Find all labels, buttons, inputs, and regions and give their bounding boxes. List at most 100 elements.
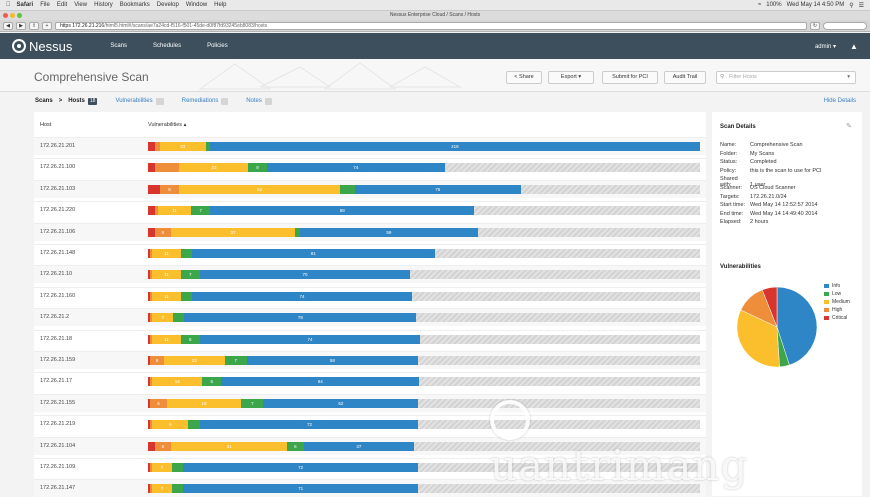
vulnerability-bar[interactable]: 14 6 64 bbox=[148, 377, 700, 387]
bar-segment-low[interactable]: 7 bbox=[191, 206, 211, 216]
legend-item[interactable]: Critical bbox=[824, 314, 850, 322]
close-window-icon[interactable] bbox=[3, 13, 8, 18]
wifi-icon[interactable]: ≈ bbox=[758, 2, 761, 8]
menu-safari[interactable]: Safari bbox=[17, 2, 34, 8]
clock[interactable]: Wed May 14 4:50 PM bbox=[787, 2, 845, 8]
bar-segment-high[interactable]: 6 bbox=[150, 356, 164, 365]
host-ip[interactable]: 172.26.21.147 bbox=[40, 485, 75, 491]
bar-segment-low[interactable] bbox=[180, 249, 192, 258]
bar-segment-medium[interactable]: 7 bbox=[152, 313, 174, 323]
menu-develop[interactable]: Develop bbox=[157, 2, 179, 8]
table-row[interactable]: 172.26.21.103 8 53 75 bbox=[34, 179, 706, 198]
host-ip[interactable]: 172.26.21.104 bbox=[40, 443, 75, 449]
bar-segment-low[interactable] bbox=[188, 420, 201, 430]
host-ip[interactable]: 172.26.21.201 bbox=[40, 143, 75, 149]
nessus-logo[interactable]: Nessus bbox=[12, 39, 72, 54]
edit-icon[interactable]: ✎ bbox=[846, 122, 852, 130]
bar-segment-info[interactable]: 59 bbox=[300, 227, 478, 237]
bar-segment-medium[interactable]: 9 bbox=[152, 420, 189, 430]
vulnerability-bar[interactable]: 7 78 bbox=[148, 313, 700, 323]
bar-segment-medium[interactable]: 37 bbox=[171, 227, 295, 237]
bar-segment-info[interactable]: 37 bbox=[303, 441, 415, 451]
bar-segment-critical[interactable] bbox=[148, 163, 155, 173]
vulnerability-bar[interactable]: 11 7 88 bbox=[148, 206, 700, 216]
table-row[interactable]: 172.26.21.2 7 78 bbox=[34, 308, 706, 327]
bar-segment-info[interactable]: 52 bbox=[263, 398, 419, 408]
bar-segment-info[interactable]: 74 bbox=[266, 163, 445, 173]
host-ip[interactable]: 172.26.21.219 bbox=[40, 421, 75, 427]
host-ip[interactable]: 172.26.21.2 bbox=[40, 314, 69, 320]
bell-icon[interactable]: ▲ bbox=[850, 42, 870, 51]
legend-item[interactable]: Info bbox=[824, 282, 850, 290]
bar-segment-low[interactable]: 7 bbox=[180, 270, 200, 280]
notification-center-icon[interactable]: ☰ bbox=[859, 2, 864, 9]
menu-file[interactable]: File bbox=[40, 2, 50, 8]
bar-segment-low[interactable] bbox=[173, 313, 185, 323]
bar-segment-info[interactable]: 78 bbox=[184, 313, 417, 323]
bar-segment-info[interactable]: 75 bbox=[355, 184, 521, 194]
filter-hosts-input[interactable]: ⚲ Filter Hosts ▾ bbox=[716, 71, 856, 84]
bar-segment-critical[interactable] bbox=[148, 184, 160, 194]
hide-details-link[interactable]: Hide Details bbox=[824, 98, 856, 104]
bar-segment-medium[interactable]: 7 bbox=[152, 463, 172, 472]
nav-schedules[interactable]: Schedules bbox=[153, 43, 181, 49]
bar-segment-high[interactable]: 6 bbox=[150, 398, 167, 408]
host-ip[interactable]: 172.26.21.159 bbox=[40, 357, 75, 363]
back-icon[interactable]: ◀ bbox=[3, 21, 13, 30]
vulnerability-bar[interactable]: 6 37 59 bbox=[148, 227, 700, 237]
bar-segment-info[interactable]: 58 bbox=[246, 356, 418, 365]
apple-icon[interactable]:  bbox=[6, 2, 11, 8]
bar-segment-info[interactable]: 74 bbox=[199, 334, 421, 344]
table-row[interactable]: 172.26.21.18 11 8 74 bbox=[34, 329, 706, 348]
add-icon[interactable]: + bbox=[42, 21, 52, 30]
bar-segment-medium[interactable]: 31 bbox=[171, 441, 288, 451]
vulnerability-bar[interactable]: 23 8 74 bbox=[148, 163, 700, 173]
share-button[interactable]: < Share bbox=[506, 71, 542, 84]
audit-trail-button[interactable]: Audit Trail bbox=[664, 71, 706, 84]
column-header-vulnerabilities[interactable]: Vulnerabilities ▴ bbox=[148, 122, 186, 128]
host-ip[interactable]: 172.26.21.17 bbox=[40, 378, 72, 384]
host-ip[interactable]: 172.26.21.109 bbox=[40, 464, 75, 470]
bar-segment-medium[interactable]: 23 bbox=[179, 163, 249, 173]
host-ip[interactable]: 172.26.21.155 bbox=[40, 400, 75, 406]
menu-help[interactable]: Help bbox=[214, 2, 226, 8]
bar-segment-medium[interactable]: 22 bbox=[164, 356, 225, 365]
legend-item[interactable]: Low bbox=[824, 290, 850, 298]
table-row[interactable]: 172.26.21.148 11 81 bbox=[34, 244, 706, 262]
vulnerability-bar[interactable]: 8 53 75 bbox=[148, 184, 700, 194]
menu-history[interactable]: History bbox=[94, 2, 113, 8]
table-row[interactable]: 172.26.21.159 6 22 7 58 bbox=[34, 351, 706, 369]
bar-segment-critical[interactable] bbox=[148, 206, 155, 216]
legend-item[interactable]: High bbox=[824, 306, 850, 314]
vulnerability-bar[interactable]: 11 74 bbox=[148, 291, 700, 301]
browser-search[interactable] bbox=[823, 21, 867, 30]
submit-pci-button[interactable]: Submit for PCI bbox=[602, 71, 658, 84]
bar-segment-info[interactable]: 72 bbox=[200, 420, 419, 430]
bar-segment-low[interactable] bbox=[339, 184, 355, 194]
bar-segment-medium[interactable]: 14 bbox=[152, 377, 203, 387]
bar-segment-medium[interactable]: 7 bbox=[152, 484, 172, 494]
tab-notes[interactable]: Notes bbox=[246, 98, 262, 104]
vulnerability-bar[interactable]: 11 8 74 bbox=[148, 334, 700, 344]
bar-segment-low[interactable]: 7 bbox=[241, 398, 264, 408]
vulnerability-bar[interactable]: 23 218 bbox=[148, 142, 700, 151]
bar-segment-critical[interactable] bbox=[148, 441, 155, 451]
breadcrumb-scans[interactable]: Scans bbox=[35, 98, 53, 104]
bar-segment-low[interactable]: 6 bbox=[202, 377, 222, 387]
bar-segment-high[interactable] bbox=[154, 163, 180, 173]
table-row[interactable]: 172.26.21.100 23 8 74 bbox=[34, 158, 706, 176]
reload-icon[interactable]: ↻ bbox=[810, 21, 820, 30]
bar-segment-info[interactable]: 72 bbox=[182, 463, 419, 472]
menu-bookmarks[interactable]: Bookmarks bbox=[120, 2, 150, 8]
bar-segment-medium[interactable]: 11 bbox=[152, 249, 181, 258]
bar-segment-low[interactable]: 6 bbox=[287, 441, 304, 451]
spotlight-icon[interactable]: ⚲ bbox=[849, 2, 853, 9]
vulnerability-bar[interactable]: 11 7 70 bbox=[148, 270, 700, 280]
table-row[interactable]: 172.26.21.17 14 6 64 bbox=[34, 372, 706, 390]
bar-segment-low[interactable] bbox=[171, 463, 183, 472]
host-ip[interactable]: 172.26.21.106 bbox=[40, 229, 75, 235]
tab-remediations[interactable]: Remediations bbox=[182, 98, 219, 104]
menu-edit[interactable]: Edit bbox=[57, 2, 67, 8]
bar-segment-high[interactable]: 6 bbox=[154, 441, 172, 451]
forward-icon[interactable]: ▶ bbox=[16, 21, 26, 30]
